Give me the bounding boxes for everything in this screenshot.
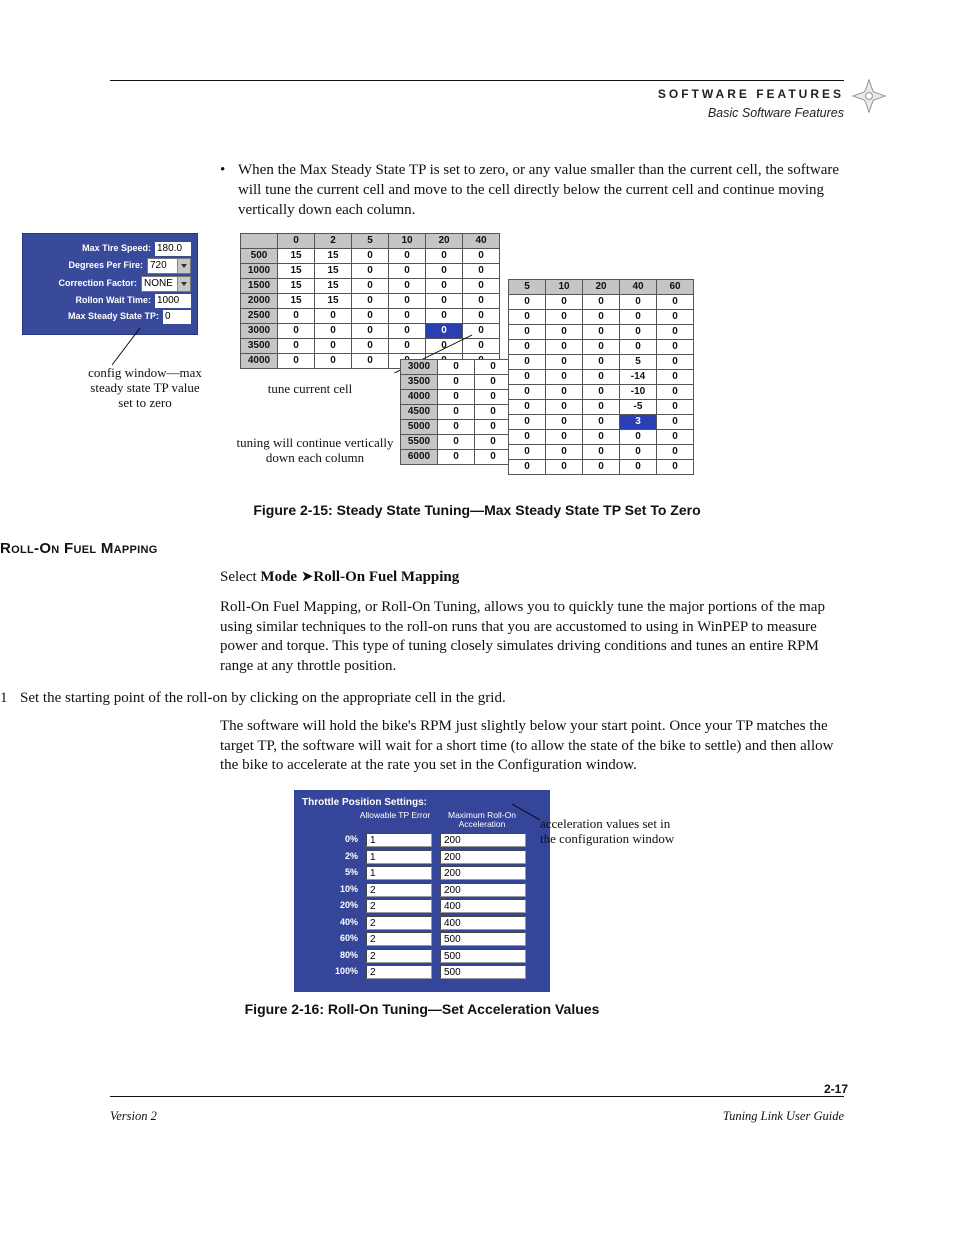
callout-vertical: tuning will continue verticallydown each… [215, 435, 415, 466]
cfg-mss-label: Max Steady State TP: [29, 311, 163, 323]
footer-right: Tuning Link User Guide [723, 1108, 844, 1125]
chevron-down-icon [177, 277, 190, 291]
tp-accel-input[interactable]: 400 [440, 899, 526, 913]
tp-error-input[interactable]: 2 [366, 899, 432, 913]
tp-error-input[interactable]: 2 [366, 883, 432, 897]
header-compass-icon [852, 79, 886, 113]
tp-row: 2%1 200 [302, 850, 542, 864]
tp-percent: 80% [302, 950, 366, 962]
tp-error-input[interactable]: 2 [366, 965, 432, 979]
bullet-dot: • [220, 161, 238, 220]
header-title: SOFTWARE FEATURES [110, 87, 844, 103]
cfg-max-tire-speed-label: Max Tire Speed: [29, 243, 155, 255]
page-header: SOFTWARE FEATURES Basic Software Feature… [110, 87, 844, 121]
tp-percent: 60% [302, 933, 366, 945]
callout-tune: tune current cell [240, 381, 380, 396]
cfg-dpf-select[interactable]: 720 [147, 258, 191, 274]
tp-accel-input[interactable]: 500 [440, 965, 526, 979]
tp-col-allowable: Allowable TP Error [358, 811, 432, 829]
rollon-paragraph-2: The software will hold the bike's RPM ju… [220, 717, 844, 776]
tp-title: Throttle Position Settings: [302, 796, 542, 809]
tp-percent: 100% [302, 966, 366, 978]
tp-percent: 20% [302, 900, 366, 912]
tp-error-input[interactable]: 1 [366, 866, 432, 880]
tp-percent: 10% [302, 884, 366, 896]
rollon-paragraph-1: Roll-On Fuel Mapping, or Roll-On Tuning,… [220, 598, 844, 677]
bullet-text: When the Max Steady State TP is set to z… [238, 161, 844, 220]
tp-percent: 5% [302, 867, 366, 879]
tp-accel-input[interactable]: 200 [440, 850, 526, 864]
tp-row: 100%2 500 [302, 965, 542, 979]
menu-path: Select Mode ➤Roll-On Fuel Mapping [220, 567, 844, 588]
tp-accel-input[interactable]: 500 [440, 932, 526, 946]
tp-error-input[interactable]: 2 [366, 949, 432, 963]
tp-percent: 2% [302, 851, 366, 863]
tp-percent: 0% [302, 834, 366, 846]
cfg-rollon-input[interactable]: 1000 [155, 294, 191, 308]
step-number: 1 [0, 689, 20, 709]
tp-accel-input[interactable]: 500 [440, 949, 526, 963]
fuel-grid-mid[interactable]: 3000003500004000004500005000005500006000… [400, 359, 512, 465]
tp-row: 10%2 200 [302, 883, 542, 897]
tp-accel-input[interactable]: 400 [440, 916, 526, 930]
header-subtitle: Basic Software Features [110, 105, 844, 122]
chevron-down-icon [177, 259, 190, 273]
tp-row: 40%2 400 [302, 916, 542, 930]
callout-accel: acceleration values set inthe configurat… [540, 816, 740, 847]
tp-row: 5%1 200 [302, 866, 542, 880]
figure-2-15-caption: Figure 2-15: Steady State Tuning—Max Ste… [110, 501, 844, 519]
callout-config: config window—maxsteady state TP valuese… [60, 365, 230, 411]
cfg-max-tire-speed-input[interactable]: 180.0 [155, 242, 191, 256]
tp-row: 0%1 200 [302, 833, 542, 847]
tp-accel-input[interactable]: 200 [440, 833, 526, 847]
step-text: Set the starting point of the roll-on by… [20, 689, 506, 709]
cfg-cf-select[interactable]: NONE [141, 276, 191, 292]
tp-error-input[interactable]: 1 [366, 850, 432, 864]
tp-row: 80%2 500 [302, 949, 542, 963]
tp-accel-input[interactable]: 200 [440, 883, 526, 897]
cfg-dpf-label: Degrees Per Fire: [29, 260, 147, 272]
tp-error-input[interactable]: 2 [366, 916, 432, 930]
tp-percent: 40% [302, 917, 366, 929]
figure-2-16-caption: Figure 2-16: Roll-On Tuning—Set Accelera… [0, 1000, 844, 1018]
bullet-paragraph: • When the Max Steady State TP is set to… [220, 161, 844, 220]
fuel-grid-right[interactable]: 5102040600000000000000000000000050000-14… [508, 279, 694, 475]
tp-row: 60%2 500 [302, 932, 542, 946]
tp-error-input[interactable]: 2 [366, 932, 432, 946]
cfg-cf-label: Correction Factor: [29, 278, 141, 290]
footer-left: Version 2 [110, 1108, 157, 1125]
page-footer: 2-17 Version 2 Tuning Link User Guide [110, 1108, 844, 1125]
config-window: Max Tire Speed: 180.0 Degrees Per Fire: … [22, 233, 198, 335]
tp-error-input[interactable]: 1 [366, 833, 432, 847]
tp-accel-input[interactable]: 200 [440, 866, 526, 880]
cfg-rollon-label: Rollon Wait Time: [29, 295, 155, 307]
section-roll-on-fuel-mapping: Roll-On Fuel Mapping [0, 539, 844, 559]
tp-row: 20%2 400 [302, 899, 542, 913]
cfg-mss-input[interactable]: 0 [163, 310, 191, 324]
page-number: 2-17 [824, 1082, 848, 1098]
